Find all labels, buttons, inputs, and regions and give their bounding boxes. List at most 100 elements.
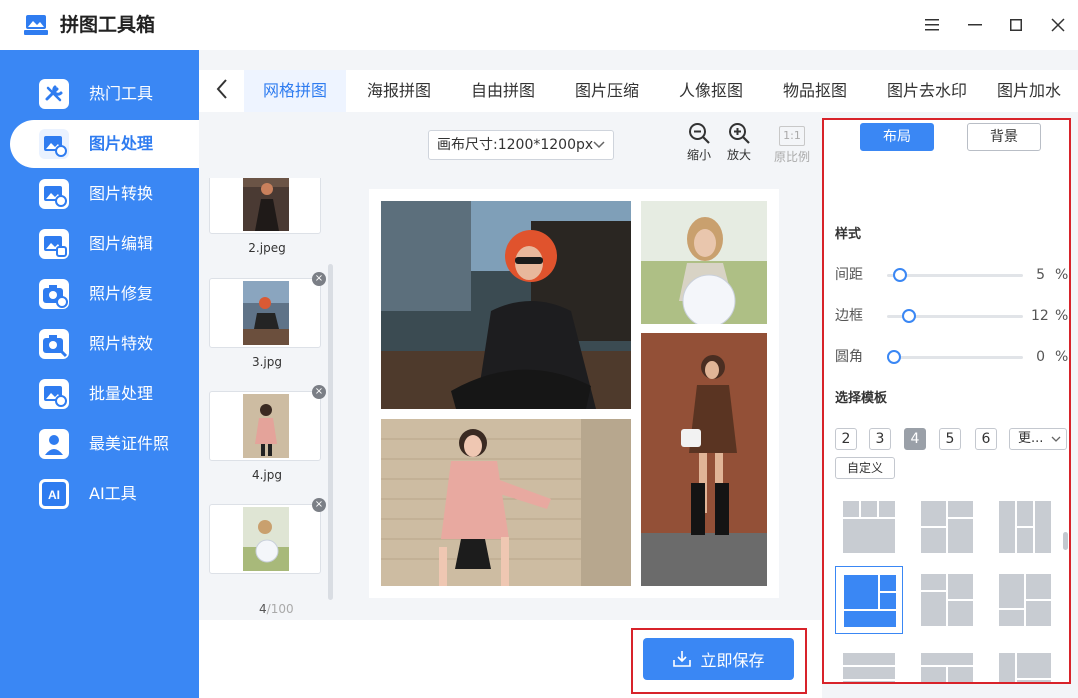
sidebar-item-label: 最美证件照 bbox=[89, 434, 170, 453]
thumbnail-image bbox=[243, 178, 289, 231]
collage-photo-1[interactable] bbox=[381, 201, 631, 409]
sidebar-item-label: 照片修复 bbox=[89, 284, 154, 303]
thumbnail-scrollbar[interactable] bbox=[328, 264, 333, 600]
tab-image-compress[interactable]: 图片压缩 bbox=[557, 70, 657, 112]
count-button-4[interactable]: 4 bbox=[904, 428, 926, 450]
minimize-icon[interactable] bbox=[964, 14, 986, 36]
zoom-out-icon bbox=[689, 123, 710, 144]
template-option[interactable] bbox=[991, 493, 1059, 561]
border-slider[interactable]: 边框 12 % bbox=[835, 306, 1068, 326]
collage-photo-4[interactable] bbox=[381, 419, 631, 586]
download-icon bbox=[673, 651, 692, 667]
menu-icon[interactable] bbox=[921, 14, 943, 36]
tab-object-cutout[interactable]: 物品抠图 bbox=[765, 70, 865, 112]
settings-panel: 布局 背景 样式 间距 5 % 边框 12 % 圆角 0 % 选择模板 2 3 … bbox=[822, 118, 1071, 684]
original-ratio-button[interactable]: 1:1 原比例 bbox=[772, 126, 812, 164]
sidebar-item-hot-tools[interactable]: 热门工具 bbox=[0, 70, 199, 118]
remove-thumbnail-icon[interactable]: × bbox=[312, 385, 326, 399]
template-option[interactable] bbox=[913, 493, 981, 561]
template-option[interactable] bbox=[835, 493, 903, 561]
image-convert-icon bbox=[39, 179, 69, 209]
save-button[interactable]: 立即保存 bbox=[643, 638, 794, 680]
chevron-left-icon[interactable] bbox=[209, 78, 235, 104]
sidebar-item-label: 图片处理 bbox=[89, 134, 154, 153]
template-option-selected[interactable] bbox=[835, 566, 903, 634]
slider-handle[interactable] bbox=[893, 268, 908, 282]
sidebar-item-batch[interactable]: 批量处理 bbox=[0, 370, 199, 418]
sidebar-item-photo-repair[interactable]: 照片修复 bbox=[0, 270, 199, 318]
template-option[interactable] bbox=[913, 645, 981, 682]
thumbnail-item[interactable] bbox=[209, 504, 321, 574]
thumbnail-image bbox=[243, 507, 289, 571]
sidebar-item-label: 批量处理 bbox=[89, 384, 154, 403]
corner-radius-slider[interactable]: 圆角 0 % bbox=[835, 347, 1068, 367]
zoom-out-button[interactable]: 缩小 bbox=[679, 122, 719, 162]
template-option[interactable] bbox=[835, 645, 903, 682]
tab-remove-watermark[interactable]: 图片去水印 bbox=[869, 70, 985, 112]
sidebar-item-label: AI工具 bbox=[89, 484, 137, 503]
sidebar-item-label: 照片特效 bbox=[89, 334, 154, 353]
sidebar-item-image-processing[interactable]: 图片处理 bbox=[10, 120, 199, 168]
thumbnail-image bbox=[243, 281, 289, 345]
thumbnail-list: 2.jpeg × 3.jpg × 4.jpg × bbox=[209, 178, 329, 618]
remove-thumbnail-icon[interactable]: × bbox=[312, 498, 326, 512]
zoom-in-button[interactable]: 放大 bbox=[719, 122, 759, 162]
svg-text:AI: AI bbox=[48, 488, 60, 502]
slider-handle[interactable] bbox=[887, 350, 901, 364]
title-bar: 拼图工具箱 bbox=[0, 0, 1078, 50]
batch-icon bbox=[39, 379, 69, 409]
collage-canvas[interactable] bbox=[369, 189, 779, 598]
image-counter: 4/100 bbox=[259, 602, 294, 616]
custom-template-button[interactable]: 自定义 bbox=[835, 457, 895, 479]
template-option[interactable] bbox=[991, 645, 1059, 682]
maximize-icon[interactable] bbox=[1005, 14, 1027, 36]
chevron-down-icon bbox=[1051, 429, 1061, 457]
image-edit-icon bbox=[39, 229, 69, 259]
thumbnail-item[interactable] bbox=[209, 278, 321, 348]
ratio-icon: 1:1 bbox=[779, 126, 805, 146]
panel-scrollbar[interactable] bbox=[1063, 532, 1068, 550]
canvas-size-select[interactable]: 画布尺寸:1200*1200px bbox=[428, 130, 614, 160]
style-heading: 样式 bbox=[835, 227, 862, 242]
template-heading: 选择模板 bbox=[835, 391, 888, 406]
remove-thumbnail-icon[interactable]: × bbox=[312, 272, 326, 286]
more-count-select[interactable]: 更... bbox=[1009, 428, 1067, 450]
count-button-3[interactable]: 3 bbox=[869, 428, 891, 450]
tab-background[interactable]: 背景 bbox=[967, 123, 1041, 151]
tab-bar: 网格拼图 海报拼图 自由拼图 图片压缩 人像抠图 物品抠图 图片去水印 图片加水 bbox=[199, 70, 1078, 112]
collage-photo-2[interactable] bbox=[641, 201, 767, 324]
camera-repair-icon bbox=[39, 279, 69, 309]
sidebar-item-id-photo[interactable]: 最美证件照 bbox=[0, 420, 199, 468]
sidebar-item-label: 热门工具 bbox=[89, 84, 154, 103]
tab-layout[interactable]: 布局 bbox=[860, 123, 934, 151]
collage-photo-3[interactable] bbox=[641, 333, 767, 586]
count-button-2[interactable]: 2 bbox=[835, 428, 857, 450]
tab-poster-collage[interactable]: 海报拼图 bbox=[349, 70, 449, 112]
close-icon[interactable] bbox=[1047, 14, 1069, 36]
slider-handle[interactable] bbox=[901, 309, 916, 323]
count-button-6[interactable]: 6 bbox=[975, 428, 997, 450]
zoom-in-icon bbox=[729, 123, 750, 144]
tools-icon bbox=[39, 79, 69, 109]
app-logo-icon bbox=[24, 15, 48, 35]
spacing-slider[interactable]: 间距 5 % bbox=[835, 265, 1068, 285]
sidebar-item-image-convert[interactable]: 图片转换 bbox=[0, 170, 199, 218]
template-option[interactable] bbox=[913, 566, 981, 634]
tab-portrait-cutout[interactable]: 人像抠图 bbox=[661, 70, 761, 112]
sidebar-item-ai-tools[interactable]: AI AI工具 bbox=[0, 470, 199, 518]
ai-icon: AI bbox=[39, 479, 69, 509]
tab-grid-collage[interactable]: 网格拼图 bbox=[244, 70, 346, 112]
image-process-icon bbox=[39, 129, 69, 159]
app-title: 拼图工具箱 bbox=[60, 14, 156, 36]
count-button-5[interactable]: 5 bbox=[939, 428, 961, 450]
camera-effects-icon bbox=[39, 329, 69, 359]
thumbnail-item[interactable] bbox=[209, 178, 321, 234]
thumbnail-item[interactable] bbox=[209, 391, 321, 461]
template-option[interactable] bbox=[991, 566, 1059, 634]
chevron-down-icon bbox=[593, 131, 605, 169]
sidebar-item-photo-effects[interactable]: 照片特效 bbox=[0, 320, 199, 368]
tab-add-watermark[interactable]: 图片加水 bbox=[997, 70, 1078, 112]
tab-free-collage[interactable]: 自由拼图 bbox=[453, 70, 553, 112]
sidebar-item-image-edit[interactable]: 图片编辑 bbox=[0, 220, 199, 268]
id-photo-icon bbox=[39, 429, 69, 459]
